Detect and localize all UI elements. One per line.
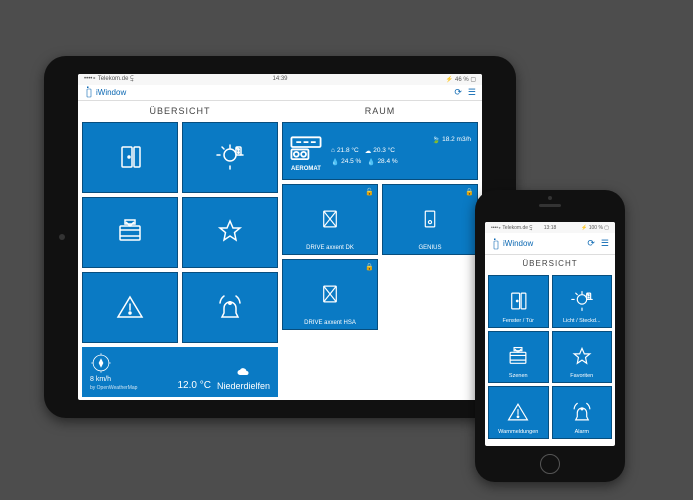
tile-scenes[interactable]: Szenen xyxy=(488,331,549,384)
refresh-icon[interactable]: ⟳ xyxy=(587,238,595,249)
iphone-home-button[interactable] xyxy=(540,454,560,474)
tile-alarm[interactable]: Alarm xyxy=(552,386,613,439)
status-battery: ⚡ 46 % ▢ xyxy=(446,76,476,83)
aeromat-readings: 🍃 18.2 m3/h ⌂ 21.8 °C ☁ 20.3 °C 💧 24.5 % 💧… xyxy=(331,136,471,166)
overview-title: ÜBERSICHT xyxy=(485,259,615,268)
status-bar: ••••∘ Telekom.de ⥹ 14:39 ⚡ 46 % ▢ xyxy=(78,74,482,85)
lock-icon: 🔒 xyxy=(465,188,474,196)
app-logo[interactable]: iWindow xyxy=(84,86,126,98)
app-topbar: iWindow ⟳ ☰ xyxy=(78,85,482,101)
tile-genius[interactable]: 🔒 GENIUS xyxy=(382,184,478,255)
tile-favorites[interactable] xyxy=(182,197,278,268)
tile-label: Favoriten xyxy=(553,373,612,379)
tile-alerts[interactable]: Warnmeldungen xyxy=(488,386,549,439)
status-carrier: ••••∘ Telekom.de ⥹ xyxy=(491,225,532,231)
room-column: RAUM AEROMAT 🍃 18.2 m3/h ⌂ 21.8 °C ☁ 20.3… xyxy=(282,104,478,397)
ipad-screen: ••••∘ Telekom.de ⥹ 14:39 ⚡ 46 % ▢ iWindo… xyxy=(78,74,482,400)
tile-drive-dk[interactable]: 🔓 DRIVE axxent DK xyxy=(282,184,378,255)
tile-door[interactable]: Fenster / Tür xyxy=(488,275,549,328)
ipad-device: ••••∘ Telekom.de ⥹ 14:39 ⚡ 46 % ▢ iWindo… xyxy=(44,56,516,418)
reading-h-in: 💧 28.4 % xyxy=(367,158,397,166)
status-bar: ••••∘ Telekom.de ⥹ 13:18 ⚡ 100 % ▢ xyxy=(485,222,615,233)
menu-icon[interactable]: ☰ xyxy=(601,238,609,249)
menu-icon[interactable]: ☰ xyxy=(468,87,476,98)
tile-label: Alarm xyxy=(553,429,612,435)
tile-label: Szenen xyxy=(489,373,548,379)
lock-icon: 🔒 xyxy=(365,263,374,271)
weather-location: Niederdielfen xyxy=(217,381,270,391)
tile-alarm[interactable] xyxy=(182,272,278,343)
lock-icon: 🔓 xyxy=(365,188,374,196)
room-title: RAUM xyxy=(282,106,478,116)
reading-flow: 🍃 18.2 m3/h xyxy=(432,136,471,144)
overview-title: ÜBERSICHT xyxy=(82,106,278,116)
iphone-screen: ••••∘ Telekom.de ⥹ 13:18 ⚡ 100 % ▢ iWind… xyxy=(485,222,615,446)
overview-column: ÜBERSICHT 8 km/h by OpenWeatherMap xyxy=(82,104,278,397)
tile-light[interactable] xyxy=(182,122,278,193)
wind-speed: 8 km/h xyxy=(90,376,137,383)
weather-credit: by OpenWeatherMap xyxy=(90,385,137,391)
tile-label: Warnmeldungen xyxy=(489,429,548,435)
ipad-camera xyxy=(59,234,65,240)
tile-label: Licht / Steckd... xyxy=(553,318,612,324)
tile-scenes[interactable] xyxy=(82,197,178,268)
drive-dk-label: DRIVE axxent DK xyxy=(283,245,377,251)
genius-label: GENIUS xyxy=(383,245,477,251)
app-name: iWindow xyxy=(96,88,126,97)
status-time: 14:39 xyxy=(272,76,287,82)
reading-t-in: ☁ 20.3 °C xyxy=(365,147,395,155)
app-logo[interactable]: iWindow xyxy=(491,238,533,250)
tile-light[interactable]: Licht / Steckd... xyxy=(552,275,613,328)
iphone-speaker xyxy=(539,204,561,207)
status-carrier: ••••∘ Telekom.de ⥹ xyxy=(84,75,134,83)
tile-favorites[interactable]: Favoriten xyxy=(552,331,613,384)
tile-label: Fenster / Tür xyxy=(489,318,548,324)
app-name: iWindow xyxy=(503,239,533,248)
refresh-icon[interactable]: ⟳ xyxy=(454,87,462,98)
iphone-camera xyxy=(548,196,552,200)
app-topbar: iWindow ⟳ ☰ xyxy=(485,233,615,255)
weather-panel[interactable]: 8 km/h by OpenWeatherMap 12.0 °C Niederd… xyxy=(82,347,278,397)
weather-temp: 12.0 °C xyxy=(177,380,210,391)
status-battery: ⚡ 100 % ▢ xyxy=(581,225,609,231)
tile-door[interactable] xyxy=(82,122,178,193)
aeromat-label: AEROMAT xyxy=(291,166,321,172)
drive-hsa-label: DRIVE axxent HSA xyxy=(283,320,377,326)
reading-h-out: 💧 24.5 % xyxy=(331,158,361,166)
tile-drive-hsa[interactable]: 🔒 DRIVE axxent HSA xyxy=(282,259,378,330)
tile-alerts[interactable] xyxy=(82,272,178,343)
tile-aeromat[interactable]: AEROMAT 🍃 18.2 m3/h ⌂ 21.8 °C ☁ 20.3 °C 💧… xyxy=(282,122,478,180)
status-time: 13:18 xyxy=(544,225,557,231)
iphone-device: ••••∘ Telekom.de ⥹ 13:18 ⚡ 100 % ▢ iWind… xyxy=(475,190,625,482)
reading-t-out: ⌂ 21.8 °C xyxy=(331,147,359,154)
